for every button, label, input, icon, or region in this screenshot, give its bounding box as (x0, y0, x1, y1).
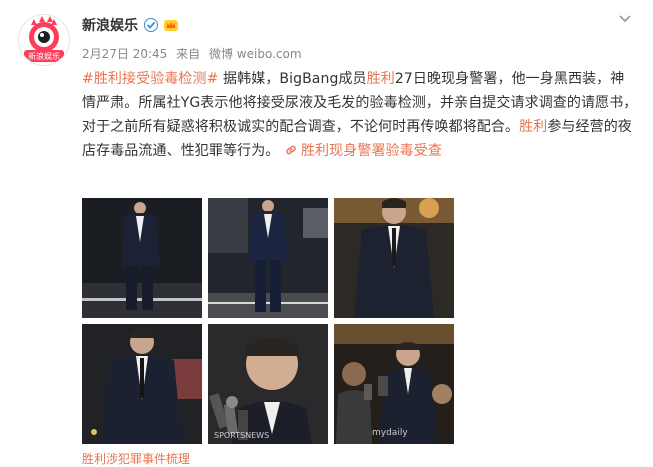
photo-image (82, 198, 202, 318)
photo-image (334, 324, 454, 444)
photo-thumbnail[interactable] (334, 198, 454, 318)
photo-image (208, 198, 328, 318)
vip-crown-icon[interactable] (163, 17, 179, 33)
post-time[interactable]: 2月27日 20:45 (82, 47, 167, 61)
photo-thumbnail[interactable] (208, 198, 328, 318)
post-meta: 2月27日 20:45 来自 微博 weibo.com (82, 45, 302, 62)
photo-thumbnail[interactable] (82, 198, 202, 318)
photo-image (82, 324, 202, 444)
svg-text:新浪娱乐: 新浪娱乐 (28, 51, 60, 61)
account-name[interactable]: 新浪娱乐 (82, 15, 138, 35)
post-text: #胜利接受验毒检测# 据韩媒，BigBang成员胜利27日晚现身警署，他一身黑西… (82, 67, 638, 163)
photo-watermark: mydaily (372, 428, 408, 438)
verified-icon (144, 18, 158, 32)
keyword-link[interactable]: 胜利 (519, 119, 547, 135)
article-link[interactable]: 胜利现身警署验毒受查 (284, 143, 442, 159)
source-label: 来自 (176, 47, 201, 61)
avatar[interactable]: 新浪娱乐 (18, 14, 70, 66)
post-source[interactable]: 微博 weibo.com (209, 47, 302, 61)
photo-thumbnail[interactable] (82, 324, 202, 444)
photo-image (334, 198, 454, 318)
sina-ent-logo: 新浪娱乐 (24, 16, 64, 62)
photo-watermark: SPORTSNEWS (214, 431, 270, 440)
chevron-down-icon[interactable] (617, 10, 633, 26)
article-link-text: 胜利现身警署验毒受查 (300, 143, 442, 159)
photo-image (208, 324, 328, 444)
post-text-segment: 据韩媒，BigBang成员 (218, 71, 367, 87)
photo-thumbnail[interactable]: mydaily (334, 324, 454, 444)
photo-thumbnail[interactable]: SPORTSNEWS (208, 324, 328, 444)
account-header: 新浪娱乐 (82, 14, 179, 36)
keyword-link[interactable]: 胜利 (367, 71, 395, 87)
hashtag-link[interactable]: #胜利接受验毒检测# (82, 71, 218, 87)
link-icon (286, 145, 296, 155)
